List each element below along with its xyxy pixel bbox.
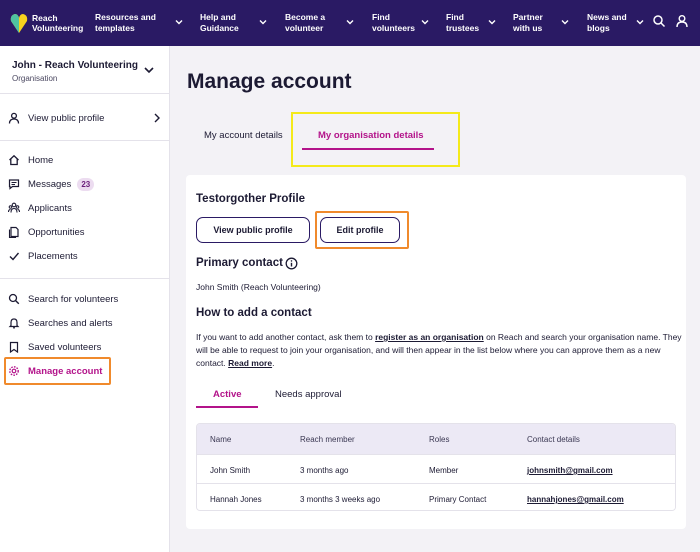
sidebar-item-search-volunteers[interactable]: Search for volunteers bbox=[8, 289, 118, 309]
bookmark-icon bbox=[9, 341, 19, 353]
divider bbox=[0, 140, 169, 141]
chevron-down-icon[interactable] bbox=[258, 17, 268, 27]
divider bbox=[0, 278, 169, 279]
home-icon bbox=[9, 154, 19, 166]
chevron-down-icon[interactable] bbox=[345, 17, 355, 27]
search-icon[interactable] bbox=[652, 14, 666, 28]
cell-email-link[interactable]: johnsmith@gmail.com bbox=[527, 466, 613, 475]
column-header-contact-details: Contact details bbox=[527, 435, 580, 444]
nav-find-volunteers[interactable]: Find volunteers bbox=[372, 12, 415, 33]
highlight-box bbox=[291, 112, 460, 167]
divider bbox=[0, 93, 169, 94]
messages-count-badge: 23 bbox=[77, 177, 95, 191]
sidebar-item-label: Applicants bbox=[28, 202, 72, 214]
tab-active-contacts[interactable]: Active bbox=[213, 389, 242, 400]
table-row: John Smith 3 months ago Member johnsmith… bbox=[197, 454, 675, 483]
active-tab-indicator bbox=[196, 406, 258, 408]
sidebar-item-saved-volunteers[interactable]: Saved volunteers bbox=[8, 337, 101, 357]
bell-icon bbox=[8, 318, 20, 329]
cell-role: Primary Contact bbox=[429, 495, 487, 504]
sidebar-item-label: Placements bbox=[28, 250, 78, 262]
sidebar-item-messages[interactable]: Messages 23 bbox=[8, 174, 95, 194]
view-public-profile-link[interactable]: View public profile bbox=[8, 108, 163, 128]
chevron-down-icon[interactable] bbox=[635, 17, 645, 27]
logo-line-2: Volunteering bbox=[32, 22, 84, 33]
message-icon bbox=[8, 179, 20, 190]
highlight-box bbox=[4, 357, 111, 385]
chevron-down-icon[interactable] bbox=[560, 17, 570, 27]
user-icon[interactable] bbox=[675, 14, 689, 28]
cell-reach-member: 3 months ago bbox=[300, 466, 349, 475]
contacts-table: Name Reach member Roles Contact details … bbox=[196, 423, 676, 511]
instructions-text-1: If you want to add another contact, ask … bbox=[196, 332, 376, 342]
nav-become-volunteer[interactable]: Become a volunteer bbox=[285, 12, 325, 33]
chevron-down-icon[interactable] bbox=[420, 17, 430, 27]
people-icon bbox=[8, 202, 20, 213]
heart-logo-icon bbox=[10, 14, 28, 33]
logo-text: Reach Volunteering bbox=[32, 13, 84, 33]
sidebar-item-label: Opportunities bbox=[28, 226, 85, 238]
sidebar-item-label: Saved volunteers bbox=[28, 341, 102, 353]
nav-partner[interactable]: Partner with us bbox=[513, 12, 543, 33]
table-row: Hannah Jones 3 months 3 weeks ago Primar… bbox=[197, 483, 675, 510]
account-switcher[interactable]: John - Reach Volunteering Organisation bbox=[12, 60, 138, 83]
chevron-right-icon bbox=[154, 113, 160, 123]
cell-name: Hannah Jones bbox=[210, 495, 262, 504]
account-role: Organisation bbox=[12, 74, 58, 83]
add-contact-instructions: If you want to add another contact, ask … bbox=[196, 331, 682, 370]
column-header-roles: Roles bbox=[429, 435, 450, 444]
view-public-profile-button[interactable]: View public profile bbox=[196, 217, 310, 243]
sidebar-item-label: Home bbox=[28, 154, 54, 166]
info-icon[interactable] bbox=[285, 257, 298, 270]
tab-needs-approval[interactable]: Needs approval bbox=[275, 389, 342, 400]
column-header-reach-member: Reach member bbox=[300, 435, 355, 444]
sidebar: John - Reach Volunteering Organisation V… bbox=[0, 46, 170, 552]
nav-find-trustees[interactable]: Find trustees bbox=[446, 12, 479, 33]
add-contact-heading: How to add a contact bbox=[196, 307, 312, 319]
reach-logo[interactable]: Reach Volunteering bbox=[10, 11, 92, 35]
highlight-box bbox=[315, 211, 409, 249]
sidebar-item-label: Search for volunteers bbox=[28, 293, 119, 305]
sidebar-item-applicants[interactable]: Applicants bbox=[8, 198, 72, 218]
instructions-suffix: . bbox=[272, 358, 275, 368]
register-organisation-link[interactable]: register as an organisation bbox=[375, 332, 484, 342]
nav-news[interactable]: News and blogs bbox=[587, 12, 627, 33]
chevron-down-icon[interactable] bbox=[143, 64, 155, 76]
sidebar-item-searches-alerts[interactable]: Searches and alerts bbox=[8, 313, 113, 333]
sidebar-item-home[interactable]: Home bbox=[8, 150, 53, 170]
user-icon bbox=[8, 112, 20, 124]
page-title: Manage account bbox=[187, 70, 352, 93]
tab-my-account-details[interactable]: My account details bbox=[204, 130, 283, 141]
chevron-down-icon[interactable] bbox=[174, 17, 184, 27]
search-icon bbox=[8, 293, 20, 305]
account-name: John - Reach Volunteering bbox=[12, 60, 138, 71]
read-more-link[interactable]: Read more bbox=[228, 358, 272, 368]
column-header-name: Name bbox=[210, 435, 232, 444]
sidebar-item-label: Searches and alerts bbox=[28, 317, 113, 329]
sidebar-item-placements[interactable]: Placements bbox=[8, 246, 78, 266]
nav-help[interactable]: Help and Guidance bbox=[200, 12, 239, 33]
primary-contact-value: John Smith (Reach Volunteering) bbox=[196, 282, 321, 292]
table-header: Name Reach member Roles Contact details bbox=[197, 424, 675, 454]
chevron-down-icon[interactable] bbox=[487, 17, 497, 27]
sidebar-item-label: Messages bbox=[28, 178, 72, 190]
cell-reach-member: 3 months 3 weeks ago bbox=[300, 495, 381, 504]
cell-name: John Smith bbox=[210, 466, 251, 475]
primary-contact-heading: Primary contact bbox=[196, 257, 283, 269]
documents-icon bbox=[8, 226, 19, 238]
sidebar-item-opportunities[interactable]: Opportunities bbox=[8, 222, 85, 242]
primary-contact-heading-text: Primary contact bbox=[196, 257, 283, 269]
view-public-profile-label: View public profile bbox=[28, 112, 105, 124]
nav-resources[interactable]: Resources and templates bbox=[95, 12, 156, 33]
cell-role: Member bbox=[429, 466, 459, 475]
cell-email-link[interactable]: hannahjones@gmail.com bbox=[527, 495, 624, 504]
check-icon bbox=[9, 252, 20, 261]
profile-heading: Testorgother Profile bbox=[196, 193, 306, 205]
top-navigation: Reach Volunteering Resources and templat… bbox=[0, 0, 700, 46]
